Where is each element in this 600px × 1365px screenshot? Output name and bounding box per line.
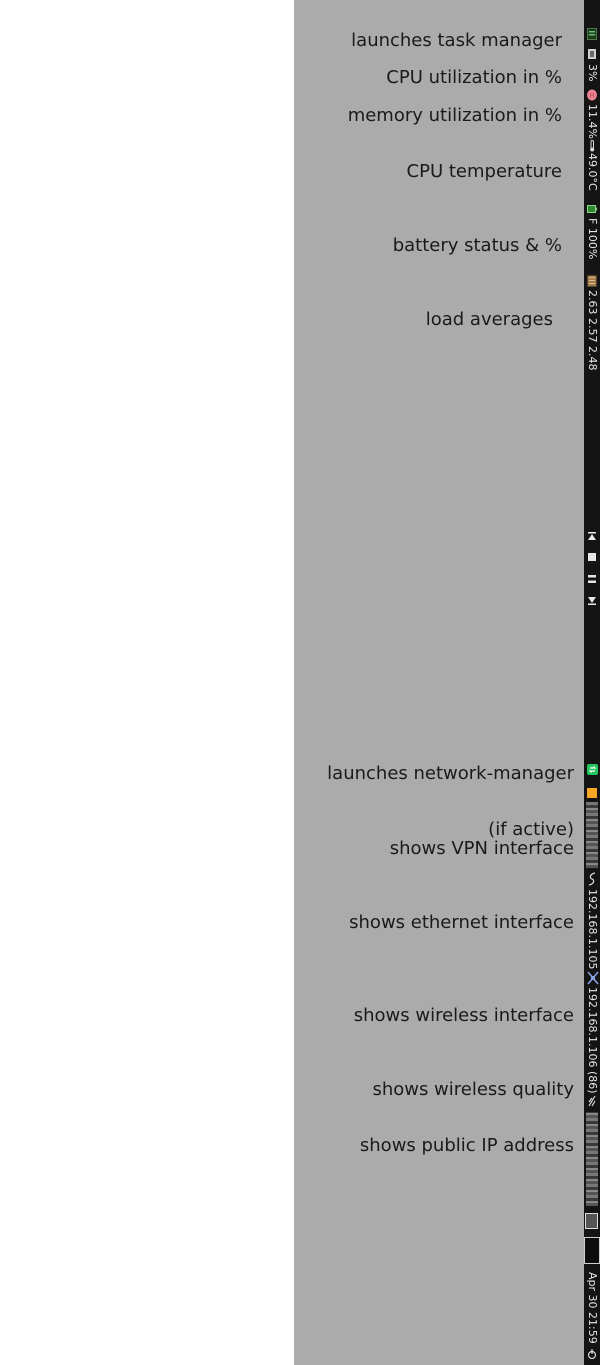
task-manager-icon[interactable] bbox=[587, 28, 597, 40]
clock[interactable]: Apr 30 21:59 bbox=[584, 1272, 600, 1344]
memory-utilization-value: 11.4% bbox=[586, 104, 599, 139]
annotation-panel: launches task manager CPU utilization in… bbox=[294, 0, 584, 1365]
annotation-vpn: (if active) shows VPN interface bbox=[390, 820, 574, 858]
cpu-icon bbox=[587, 48, 597, 60]
tray-window-icon[interactable] bbox=[584, 1237, 600, 1264]
annotation-ethernet: shows ethernet interface bbox=[349, 912, 574, 933]
ethernet-ip-value: 192.168.1.105 bbox=[586, 889, 599, 970]
annotation-cpu-util: CPU utilization in % bbox=[386, 67, 562, 88]
media-pause-icon[interactable] bbox=[587, 574, 597, 584]
annotation-wireless: shows wireless interface bbox=[353, 1005, 574, 1026]
vertical-status-bar: 3% 11.4% 49.0°C F 100% 2.63 2.57 2.48 19… bbox=[584, 0, 600, 1365]
tray-box-icon[interactable] bbox=[585, 1213, 598, 1229]
public-ip-redacted bbox=[586, 1112, 598, 1206]
memory-icon bbox=[587, 89, 597, 101]
media-previous-icon[interactable] bbox=[587, 531, 597, 541]
annotation-vpn-line1: (if active) bbox=[488, 819, 574, 840]
annotation-vpn-line2: shows VPN interface bbox=[389, 838, 574, 859]
wireless-icon bbox=[587, 971, 599, 985]
annotation-wireless-quality: shows wireless quality bbox=[372, 1079, 574, 1100]
vpn-interface-redacted bbox=[586, 802, 598, 868]
ethernet-icon bbox=[587, 872, 597, 886]
power-icon[interactable] bbox=[587, 1348, 597, 1360]
load-averages-value: 2.63 2.57 2.48 bbox=[586, 290, 599, 371]
thermometer-icon bbox=[587, 140, 597, 152]
battery-icon bbox=[587, 204, 597, 214]
annotation-public-ip: shows public IP address bbox=[359, 1135, 574, 1156]
wireless-ip-value: 192.168.1.106 (86) bbox=[586, 987, 599, 1094]
annotation-load-averages: load averages bbox=[425, 309, 553, 330]
cpu-temperature-value: 49.0°C bbox=[586, 153, 599, 191]
signal-quality-icon bbox=[587, 1094, 597, 1108]
annotation-task-manager: launches task manager bbox=[351, 30, 562, 51]
load-average-icon bbox=[587, 275, 597, 287]
network-manager-icon[interactable] bbox=[587, 764, 598, 775]
media-stop-icon[interactable] bbox=[587, 552, 597, 562]
vpn-icon bbox=[587, 787, 597, 799]
battery-status-value: F 100% bbox=[586, 218, 599, 260]
annotation-battery: battery status & % bbox=[392, 235, 562, 256]
annotation-network-manager: launches network-manager bbox=[327, 763, 574, 784]
media-next-icon[interactable] bbox=[587, 596, 597, 606]
cpu-utilization-value: 3% bbox=[586, 64, 599, 82]
annotation-cpu-temp: CPU temperature bbox=[406, 161, 562, 182]
annotation-mem-util: memory utilization in % bbox=[347, 105, 562, 126]
